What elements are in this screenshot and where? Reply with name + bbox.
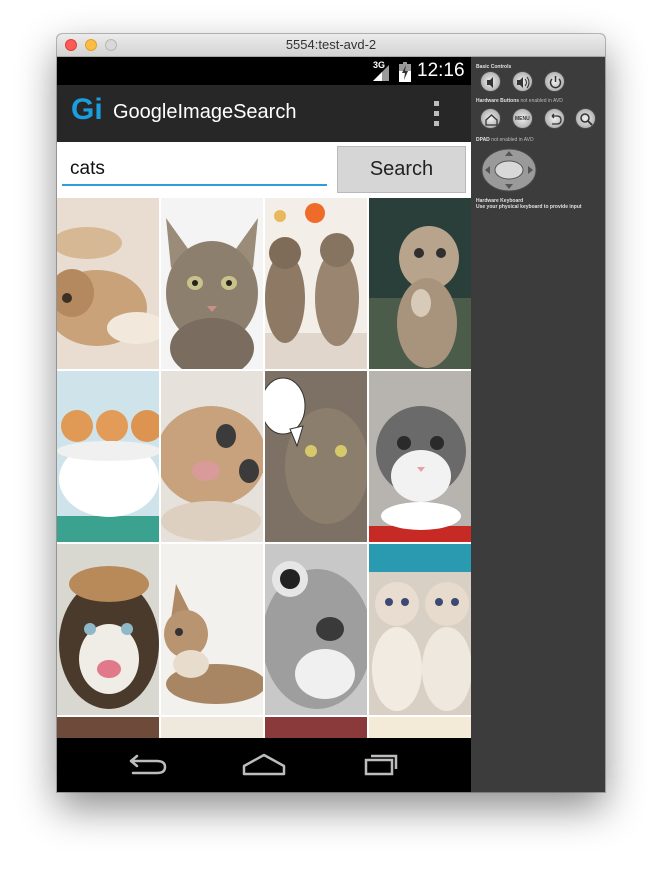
battery-icon [399,62,411,82]
overflow-menu-icon[interactable] [429,99,443,129]
kittens-image [369,544,471,715]
back-hw-button[interactable] [544,108,565,129]
power-button[interactable] [544,71,565,92]
image-result-4[interactable] [369,198,471,369]
kittens-image [57,371,159,542]
cat-image [265,371,367,542]
cat-image [161,717,263,738]
image-result-6[interactable] [161,371,263,542]
cat-image [265,544,367,715]
status-bar: 3G 12:16 [57,57,471,85]
menu-label: MENU [515,116,530,122]
kitten-image [369,198,471,369]
volume-up-icon [517,76,530,89]
search-input[interactable] [62,154,327,186]
app-logo: Gi [71,93,103,126]
window-title: 5554:test-avd-2 [285,37,377,52]
home-icon [485,114,498,126]
image-result-1[interactable] [57,198,159,369]
app-title: GoogleImageSearch [113,101,297,123]
cat-image [369,717,471,738]
search-hw-button[interactable] [575,108,596,129]
window-titlebar: 5554:test-avd-2 [57,34,605,57]
dpad-control[interactable] [481,148,537,192]
home-hw-button[interactable] [480,108,501,129]
emulator-controls-panel: Basic Controls Hardware Buttons not enab… [471,57,605,792]
home-icon [242,753,286,776]
home-button[interactable] [234,738,294,792]
action-bar: Gi GoogleImageSearch [57,85,471,142]
image-result-13[interactable] [57,717,159,738]
signal-icon [373,65,389,81]
kittens-image [265,198,367,369]
search-row: Search [57,142,471,198]
dpad-title: DPAD [476,137,490,143]
hardware-buttons-note: not enabled in AVD [520,98,563,104]
image-result-11[interactable] [265,544,367,715]
search-button[interactable]: Search [337,146,466,193]
back-icon [129,754,167,775]
back-button[interactable] [117,738,177,792]
image-result-10[interactable] [161,544,263,715]
image-result-3[interactable] [265,198,367,369]
search-icon [580,113,593,126]
kitten-image [161,371,263,542]
image-result-7[interactable] [265,371,367,542]
recents-icon [364,754,398,776]
image-result-2[interactable] [161,198,263,369]
hardware-keyboard-note: Use your physical keyboard to provide in… [476,204,582,210]
clock: 12:16 [417,60,465,81]
navigation-bar [57,738,471,792]
volume-down-icon [487,77,493,88]
image-result-9[interactable] [57,544,159,715]
power-icon [549,76,562,89]
recent-apps-button[interactable] [352,738,412,792]
kitten-image [161,544,263,715]
image-result-5[interactable] [57,371,159,542]
cat-image [265,717,367,738]
volume-up-button[interactable] [512,71,533,92]
back-icon [551,113,562,125]
menu-hw-button[interactable]: MENU [512,108,533,129]
image-result-16[interactable] [369,717,471,738]
cat-image [57,717,159,738]
device-screen: 3G 12:16 Gi GoogleImageSearch Search [57,57,471,792]
hardware-buttons-label: Hardware Buttons not enabled in AVD [476,98,563,104]
kitten-image [369,371,471,542]
dpad-label: DPAD not enabled in AVD [476,137,534,143]
image-results-grid[interactable] [57,198,471,738]
image-result-14[interactable] [161,717,263,738]
dpad-note: not enabled in AVD [491,137,534,143]
image-result-8[interactable] [369,371,471,542]
emulator-window: 5554:test-avd-2 3G 12:16 Gi GoogleImageS… [57,34,605,792]
image-result-15[interactable] [265,717,367,738]
cat-image [161,198,263,369]
kitten-image [57,198,159,369]
volume-down-button[interactable] [480,71,501,92]
basic-controls-label: Basic Controls [476,64,512,70]
hardware-buttons-title: Hardware Buttons [476,98,520,104]
image-result-12[interactable] [369,544,471,715]
kitten-image [57,544,159,715]
